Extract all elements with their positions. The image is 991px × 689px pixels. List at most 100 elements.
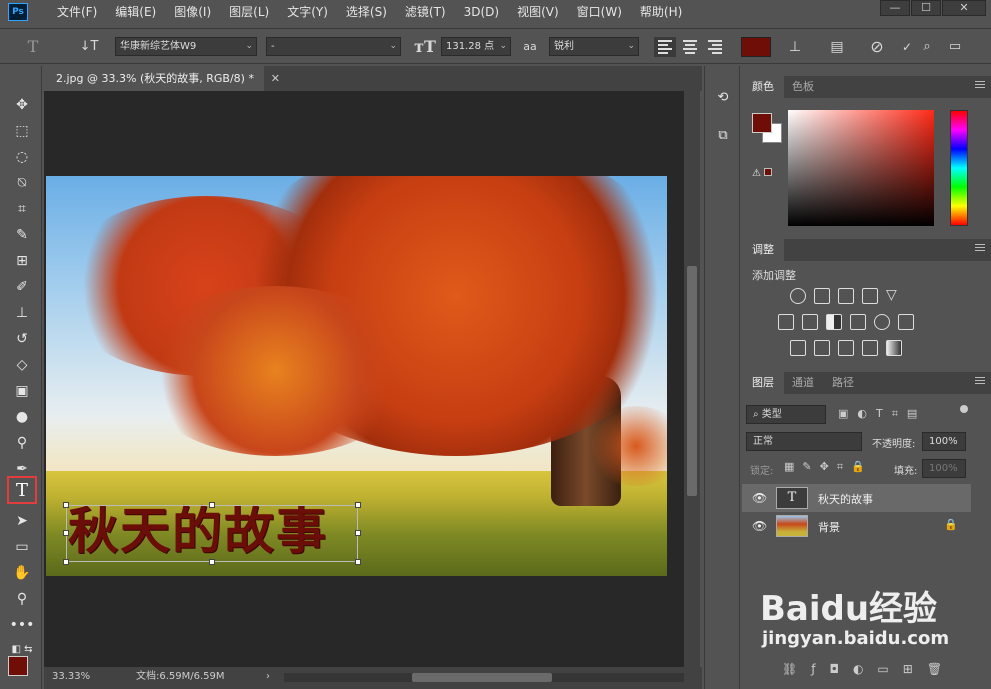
font-family-select[interactable]: 华康新综艺体W9 ⌄	[115, 37, 257, 56]
commit-icon[interactable]: ✓	[896, 36, 918, 58]
tab-color[interactable]: 颜色	[742, 76, 784, 98]
clone-stamp-tool-icon[interactable]: ⊥	[11, 302, 33, 324]
color-lookup-icon[interactable]	[898, 314, 914, 330]
layer-name[interactable]: 背景	[818, 519, 840, 535]
toggle-text-orientation-icon[interactable]: ↓T	[78, 36, 100, 58]
menu-filter[interactable]: 滤镜(T)	[396, 0, 455, 24]
curves-icon[interactable]	[838, 288, 854, 304]
text-bounding-box[interactable]	[63, 502, 361, 565]
menu-layer[interactable]: 图层(L)	[220, 0, 278, 24]
exposure-icon[interactable]	[862, 288, 878, 304]
eraser-tool-icon[interactable]: ◇	[11, 354, 33, 376]
chevron-right-icon[interactable]: ›	[266, 667, 270, 687]
blend-mode-select[interactable]: 正常	[746, 432, 862, 451]
eyedropper-tool-icon[interactable]: ✎	[11, 224, 33, 246]
zoom-tool-icon[interactable]: ⚲	[11, 588, 33, 610]
rectangle-tool-icon[interactable]: ▭	[11, 536, 33, 558]
vertical-scrollbar[interactable]	[684, 91, 700, 667]
menu-type[interactable]: 文字(Y)	[278, 0, 337, 24]
dodge-tool-icon[interactable]: ⚲	[11, 432, 33, 454]
tab-layers[interactable]: 图层	[742, 372, 784, 394]
opacity-input[interactable]: 100%	[922, 432, 966, 451]
cancel-icon[interactable]: ⊘	[866, 36, 888, 58]
fill-input[interactable]: 100%	[922, 459, 966, 478]
path-select-tool-icon[interactable]: ➤	[11, 510, 33, 532]
panel-menu-icon[interactable]	[975, 81, 985, 91]
threshold-icon[interactable]	[838, 340, 854, 356]
transform-handle[interactable]	[355, 530, 361, 536]
close-icon[interactable]: ✕	[271, 66, 280, 91]
maximize-button[interactable]: ☐	[911, 0, 941, 16]
character-panel-icon[interactable]: ▤	[826, 36, 848, 58]
eye-icon[interactable]: 👁	[752, 491, 767, 505]
vibrance-icon[interactable]: ▽	[886, 288, 902, 304]
layer-row[interactable]: 👁 T 秋天的故事	[742, 484, 971, 512]
marquee-tool-icon[interactable]: ⬚	[11, 120, 33, 142]
foreground-color-swatch[interactable]	[752, 113, 772, 133]
brush-tool-icon[interactable]: ✐	[11, 276, 33, 298]
invert-icon[interactable]	[790, 340, 806, 356]
levels-icon[interactable]	[814, 288, 830, 304]
tab-swatches[interactable]: 色板	[782, 76, 824, 98]
hue-saturation-icon[interactable]	[778, 314, 794, 330]
tab-paths[interactable]: 路径	[822, 372, 864, 394]
search-icon[interactable]: ⌕	[916, 36, 938, 58]
layer-filter-icons[interactable]: ▣◐T⌗▤	[838, 407, 926, 421]
font-style-select[interactable]: - ⌄	[266, 37, 401, 56]
zoom-level[interactable]: 33.33%	[52, 667, 90, 687]
history-brush-tool-icon[interactable]: ↺	[11, 328, 33, 350]
antialias-select[interactable]: 锐利 ⌄	[549, 37, 639, 56]
transform-handle[interactable]	[63, 502, 69, 508]
filter-toggle-icon[interactable]	[960, 405, 968, 413]
menu-image[interactable]: 图像(I)	[165, 0, 220, 24]
gradient-tool-icon[interactable]: ▣	[11, 380, 33, 402]
transform-handle[interactable]	[209, 502, 215, 508]
more-tools-icon[interactable]: •••	[10, 614, 35, 636]
crop-tool-icon[interactable]: ⌗	[11, 198, 33, 220]
panel-menu-icon[interactable]	[975, 244, 985, 254]
channel-mixer-icon[interactable]	[874, 314, 890, 330]
type-tool-preset-icon[interactable]: T	[22, 36, 44, 58]
align-left-button[interactable]	[654, 37, 676, 57]
menu-file[interactable]: 文件(F)	[48, 0, 106, 24]
lasso-tool-icon[interactable]: ◌	[11, 146, 33, 168]
panel-menu-icon[interactable]	[975, 377, 985, 387]
eye-icon[interactable]: 👁	[752, 519, 767, 533]
brightness-icon[interactable]	[790, 288, 806, 304]
align-center-button[interactable]	[679, 37, 701, 57]
type-tool-icon[interactable]: T	[7, 476, 37, 504]
blur-tool-icon[interactable]: ●	[11, 406, 33, 428]
hand-tool-icon[interactable]: ✋	[11, 562, 33, 584]
healing-brush-tool-icon[interactable]: ⊞	[11, 250, 33, 272]
selective-color-icon[interactable]	[862, 340, 878, 356]
workspace-icon[interactable]: ▭	[944, 36, 966, 58]
menu-edit[interactable]: 编辑(E)	[106, 0, 165, 24]
gamut-warning-icon[interactable]: ⚠	[752, 168, 773, 179]
menu-3d[interactable]: 3D(D)	[455, 0, 508, 24]
history-icon[interactable]: ⟲	[713, 88, 733, 108]
menu-view[interactable]: 视图(V)	[508, 0, 568, 24]
menu-help[interactable]: 帮助(H)	[631, 0, 691, 24]
transform-handle[interactable]	[355, 502, 361, 508]
transform-handle[interactable]	[355, 559, 361, 565]
transform-handle[interactable]	[63, 530, 69, 536]
tab-channels[interactable]: 通道	[782, 372, 824, 394]
transform-handle[interactable]	[209, 559, 215, 565]
minimize-button[interactable]: —	[880, 0, 910, 16]
layer-filter-select[interactable]: ⌕ 类型	[746, 405, 826, 424]
posterize-icon[interactable]	[814, 340, 830, 356]
foreground-color-swatch[interactable]	[8, 656, 28, 676]
color-balance-icon[interactable]	[802, 314, 818, 330]
align-right-button[interactable]	[704, 37, 726, 57]
lock-icons[interactable]: ▦✎✥⌗🔒	[784, 460, 873, 474]
menu-select[interactable]: 选择(S)	[337, 0, 396, 24]
black-white-icon[interactable]	[826, 314, 842, 330]
color-picker-field[interactable]	[788, 110, 934, 226]
document-tab[interactable]: 2.jpg @ 33.3% (秋天的故事, RGB/8) * ✕	[44, 66, 280, 91]
hue-slider[interactable]	[950, 110, 968, 226]
layer-row[interactable]: 👁 背景 🔒	[742, 512, 971, 540]
photo-filter-icon[interactable]	[850, 314, 866, 330]
3d-cube-icon[interactable]: ⧉	[713, 126, 733, 146]
transform-handle[interactable]	[63, 559, 69, 565]
close-window-button[interactable]: ✕	[942, 0, 986, 16]
